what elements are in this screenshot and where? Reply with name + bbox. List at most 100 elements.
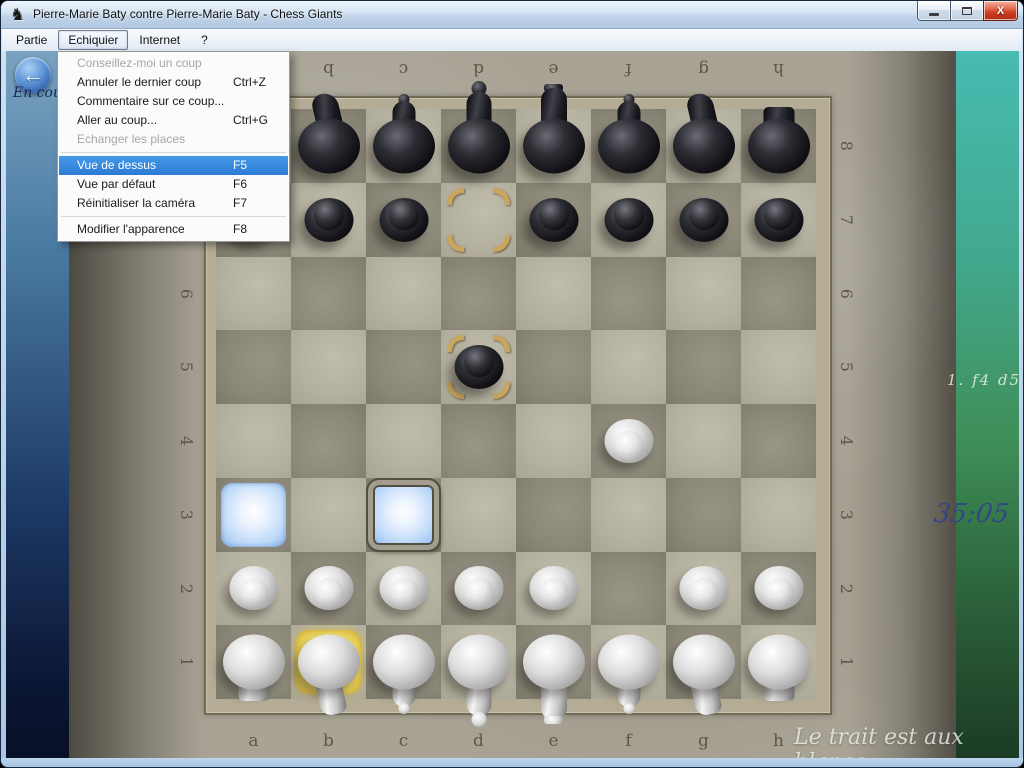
- square-g5[interactable]: [666, 330, 741, 404]
- square-g3[interactable]: [666, 478, 741, 552]
- piece-black-pawn-e7[interactable]: [516, 183, 591, 257]
- piece-white-pawn-h2[interactable]: [741, 552, 816, 626]
- square-e3[interactable]: [516, 478, 591, 552]
- menu-item-vue-par-defaut[interactable]: Vue par défautF6: [59, 175, 288, 194]
- menu-item-vue-de-dessus[interactable]: Vue de dessus F5: [59, 156, 288, 175]
- square-c6[interactable]: [366, 257, 441, 331]
- piece-white-pawn-c2[interactable]: [366, 552, 441, 626]
- piece-white-queen-d1[interactable]: [441, 625, 516, 699]
- piece-black-pawn-b7[interactable]: [291, 183, 366, 257]
- square-d4[interactable]: [441, 404, 516, 478]
- piece-white-bishop-c1[interactable]: [366, 625, 441, 699]
- piece-base: [748, 118, 810, 173]
- menu-item-commentaire-sur-ce-coup[interactable]: Commentaire sur ce coup...: [59, 92, 288, 111]
- piece-white-bishop-f1[interactable]: [591, 625, 666, 699]
- piece-black-king-e8[interactable]: [516, 109, 591, 183]
- menu-item-shortcut: F6: [233, 175, 247, 194]
- piece-white-knight-g1[interactable]: [666, 625, 741, 699]
- piece-black-pawn-d5[interactable]: [441, 330, 516, 404]
- maximize-button[interactable]: [950, 1, 984, 21]
- gold-corner-icon: [447, 235, 464, 252]
- close-button[interactable]: X: [983, 1, 1018, 21]
- square-d3[interactable]: [441, 478, 516, 552]
- piece-white-pawn-d2[interactable]: [441, 552, 516, 626]
- piece-white-pawn-f4[interactable]: [591, 404, 666, 478]
- square-b5[interactable]: [291, 330, 366, 404]
- rank-label-1-right: 1: [809, 647, 883, 677]
- piece-black-pawn-c7[interactable]: [366, 183, 441, 257]
- square-a6[interactable]: [216, 257, 291, 331]
- maximize-icon: [962, 7, 972, 15]
- menu-item-shortcut: F5: [233, 156, 247, 175]
- menu-item-conseillezmoi-un-coup[interactable]: Conseillez-moi un coup: [59, 54, 288, 73]
- piece-white-rook-h1[interactable]: [741, 625, 816, 699]
- menu-item-echanger-les-places[interactable]: Echanger les places: [59, 130, 288, 149]
- menu-item-label: Vue de dessus: [77, 158, 156, 172]
- piece-base: [598, 118, 660, 173]
- menubar-item-partie[interactable]: Partie: [6, 30, 57, 50]
- piece-black-queen-d8[interactable]: [441, 109, 516, 183]
- move-hint-c3[interactable]: [368, 480, 439, 550]
- piece-black-pawn-f7[interactable]: [591, 183, 666, 257]
- square-f3[interactable]: [591, 478, 666, 552]
- menu-item-annuler-le-dernier-coup[interactable]: Annuler le dernier coupCtrl+Z: [59, 73, 288, 92]
- piece-white-pawn-a2[interactable]: [216, 552, 291, 626]
- rank-label-6-right: 6: [809, 278, 883, 308]
- move-hint-a3[interactable]: [221, 483, 286, 547]
- square-e4[interactable]: [516, 404, 591, 478]
- square-f2[interactable]: [591, 552, 666, 626]
- menu-separator: [61, 216, 286, 217]
- piece-black-knight-b8[interactable]: [291, 109, 366, 183]
- square-h6[interactable]: [741, 257, 816, 331]
- square-a4[interactable]: [216, 404, 291, 478]
- menubar-item-?[interactable]: ?: [191, 30, 218, 50]
- rank-label-5-right: 5: [809, 352, 883, 382]
- piece-white-pawn-b2[interactable]: [291, 552, 366, 626]
- square-e5[interactable]: [516, 330, 591, 404]
- piece-white-pawn-g2[interactable]: [666, 552, 741, 626]
- move-list: 1. f4 d5: [947, 371, 1021, 389]
- menu-item-aller-au-coup[interactable]: Aller au coup...Ctrl+G: [59, 111, 288, 130]
- square-c5[interactable]: [366, 330, 441, 404]
- menubar-item-echiquier[interactable]: Echiquier: [58, 30, 128, 50]
- file-label-g-bottom: g: [666, 731, 741, 751]
- square-h5[interactable]: [741, 330, 816, 404]
- menu-item-reinitialiser-la-camera[interactable]: Réinitialiser la caméraF7: [59, 194, 288, 213]
- piece-white-knight-b1[interactable]: [291, 625, 366, 699]
- menu-item-label: Conseillez-moi un coup: [77, 56, 202, 70]
- square-a5[interactable]: [216, 330, 291, 404]
- title-bar[interactable]: ♞ Pierre-Marie Baty contre Pierre-Marie …: [1, 1, 1023, 29]
- piece-black-rook-h8[interactable]: [741, 109, 816, 183]
- piece-black-pawn-g7[interactable]: [666, 183, 741, 257]
- file-label-a-bottom: a: [216, 731, 291, 751]
- square-e6[interactable]: [516, 257, 591, 331]
- piece-base: [373, 118, 435, 173]
- square-b6[interactable]: [291, 257, 366, 331]
- piece-black-knight-g8[interactable]: [666, 109, 741, 183]
- square-g4[interactable]: [666, 404, 741, 478]
- square-h3[interactable]: [741, 478, 816, 552]
- square-g6[interactable]: [666, 257, 741, 331]
- piece-white-rook-a1[interactable]: [216, 625, 291, 699]
- square-f6[interactable]: [591, 257, 666, 331]
- piece-base: [373, 635, 435, 690]
- square-c4[interactable]: [366, 404, 441, 478]
- square-f5[interactable]: [591, 330, 666, 404]
- piece-black-pawn-h7[interactable]: [741, 183, 816, 257]
- file-label-d-top: d: [441, 59, 516, 79]
- square-b4[interactable]: [291, 404, 366, 478]
- minimize-button[interactable]: [917, 1, 951, 21]
- file-label-b-top: b: [291, 59, 366, 79]
- game-clock: 35:05: [932, 499, 1011, 529]
- piece-white-pawn-e2[interactable]: [516, 552, 591, 626]
- square-h4[interactable]: [741, 404, 816, 478]
- rank-label-7-right: 7: [809, 205, 883, 235]
- menubar-item-internet[interactable]: Internet: [129, 30, 190, 50]
- piece-black-bishop-f8[interactable]: [591, 109, 666, 183]
- menu-item-label: Réinitialiser la caméra: [77, 196, 195, 210]
- piece-white-king-e1[interactable]: [516, 625, 591, 699]
- menu-item-modifier-lapparence[interactable]: Modifier l'apparenceF8: [59, 220, 288, 239]
- square-b3[interactable]: [291, 478, 366, 552]
- square-d6[interactable]: [441, 257, 516, 331]
- piece-black-bishop-c8[interactable]: [366, 109, 441, 183]
